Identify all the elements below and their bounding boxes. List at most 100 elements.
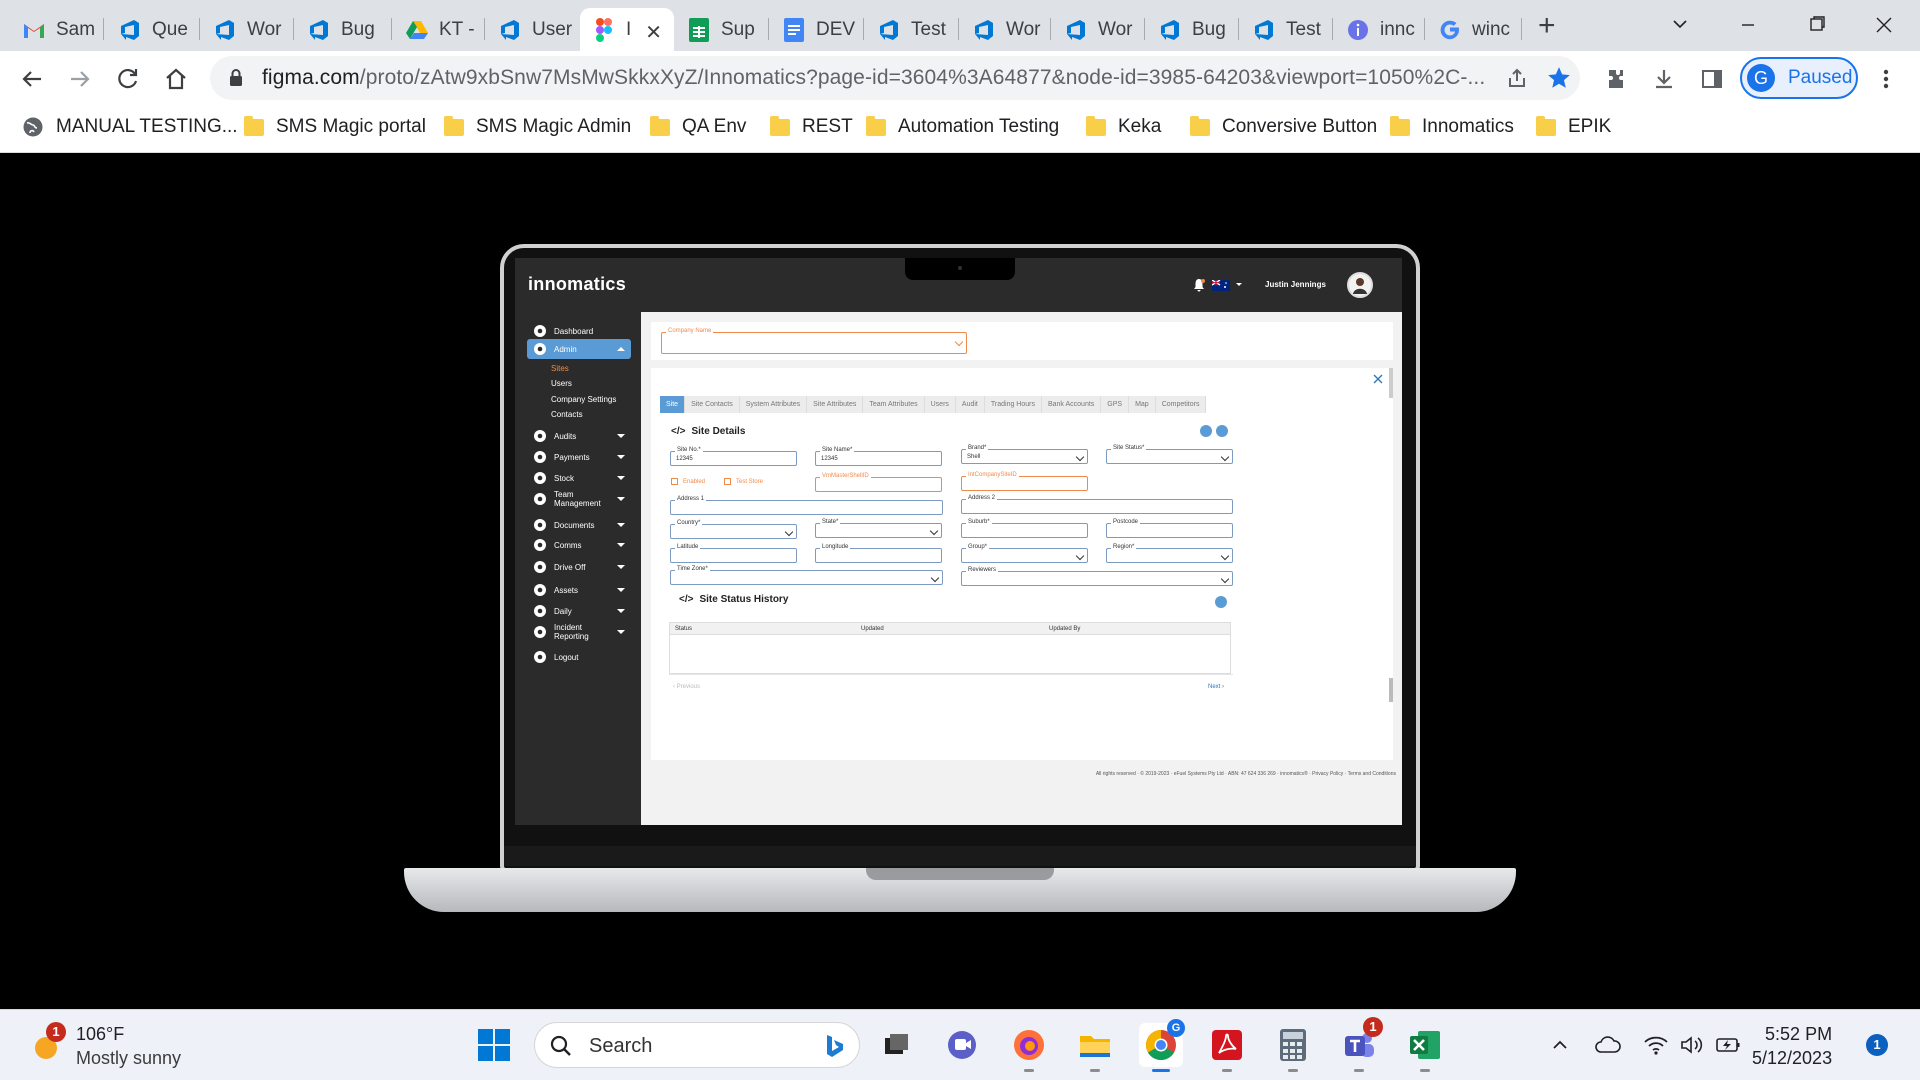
site-tab[interactable]: Site Attributes <box>807 396 864 413</box>
bookmark-item[interactable]: Automation Testing <box>866 115 1059 138</box>
lock-icon[interactable] <box>228 68 244 88</box>
tab-search-icon[interactable] <box>1660 10 1700 40</box>
bookmark-star-icon[interactable] <box>1546 65 1572 91</box>
chrome-menu-icon[interactable] <box>1870 63 1902 95</box>
vm-master-shell-id-field[interactable]: VmMasterShellID <box>815 473 942 492</box>
site-name-field[interactable]: Site Name* 12345 <box>815 447 942 466</box>
state-select[interactable]: State* <box>815 519 942 538</box>
address1-field[interactable]: Address 1 <box>670 496 943 515</box>
home-button[interactable] <box>160 63 192 95</box>
time-zone-select[interactable]: Time Zone* <box>670 566 943 585</box>
excel-icon[interactable] <box>1403 1023 1447 1072</box>
battery-icon[interactable] <box>1706 1023 1750 1067</box>
firefox-icon[interactable] <box>1007 1023 1051 1072</box>
language-caret-icon[interactable] <box>1236 283 1242 286</box>
notification-badge[interactable]: 1 <box>1866 1034 1888 1056</box>
user-name[interactable]: Justin Jennings <box>1265 280 1326 289</box>
bookmark-item[interactable]: Keka <box>1086 115 1161 138</box>
sidebar-item[interactable]: Payments <box>527 447 631 467</box>
site-tab[interactable]: Map <box>1129 396 1156 413</box>
brand-select[interactable]: Brand* Shell <box>961 445 1088 464</box>
browser-tab[interactable]: User <box>486 8 579 51</box>
bookmark-item[interactable]: MANUAL TESTING... <box>22 116 238 138</box>
site-tab[interactable]: Site <box>660 396 686 413</box>
latitude-field[interactable]: Latitude <box>670 544 797 563</box>
browser-tab[interactable]: Wor <box>960 8 1051 51</box>
acrobat-icon[interactable] <box>1205 1023 1249 1072</box>
bookmark-item[interactable]: EPIK <box>1536 115 1611 138</box>
bookmark-item[interactable]: QA Env <box>650 115 746 138</box>
site-tab[interactable]: GPS <box>1101 396 1130 413</box>
calculator-icon[interactable] <box>1271 1023 1315 1072</box>
address-bar[interactable]: figma.com/proto/zAtw9xbSnw7MsMwSkkxXyZ/I… <box>210 56 1580 100</box>
show-hidden-icons-chevron[interactable] <box>1538 1023 1582 1067</box>
sidebar-item[interactable]: Documents <box>527 515 631 535</box>
admin-subitem[interactable]: Sites <box>551 364 569 373</box>
browser-tab[interactable]: Sam <box>10 8 104 51</box>
user-avatar[interactable] <box>1347 272 1373 298</box>
flag-icon[interactable] <box>1212 280 1230 291</box>
browser-tab[interactable]: KT - <box>393 8 485 51</box>
admin-subitem[interactable]: Users <box>551 379 572 388</box>
sidebar-item[interactable]: Audits <box>527 426 631 446</box>
side-panel-icon[interactable] <box>1696 63 1728 95</box>
company-name-select[interactable]: Company Name <box>661 328 967 354</box>
browser-tab[interactable]: Wor <box>1052 8 1145 51</box>
region-select[interactable]: Region* <box>1106 544 1233 563</box>
back-button[interactable] <box>16 63 48 95</box>
browser-tab[interactable]: Bug <box>1146 8 1239 51</box>
enabled-checkbox[interactable]: Enabled <box>671 478 705 485</box>
site-tab[interactable]: Site Contacts <box>685 396 740 413</box>
admin-subitem[interactable]: Contacts <box>551 410 583 419</box>
bell-icon[interactable] <box>1192 278 1206 292</box>
browser-tab[interactable]: Wor <box>201 8 294 51</box>
suburb-field[interactable]: Suburb* <box>961 519 1088 538</box>
reload-button[interactable] <box>112 63 144 95</box>
site-status-select[interactable]: Site Status* <box>1106 445 1233 464</box>
download-icon[interactable] <box>1648 63 1680 95</box>
site-tab[interactable]: Bank Accounts <box>1041 396 1102 413</box>
browser-tab[interactable]: Sup <box>675 8 769 51</box>
clock[interactable]: 5:52 PM 5/12/2023 <box>1752 1022 1832 1070</box>
test-store-checkbox[interactable]: Test Store <box>724 478 763 485</box>
task-view-icon[interactable] <box>874 1023 918 1067</box>
document-icon[interactable] <box>1200 425 1212 437</box>
browser-tab[interactable]: winc <box>1426 8 1522 51</box>
start-button[interactable] <box>472 1023 516 1067</box>
next-button[interactable]: Next › <box>1208 684 1224 690</box>
browser-tab[interactable]: Test <box>865 8 959 51</box>
site-tab[interactable]: Trading Hours <box>984 396 1042 413</box>
close-icon[interactable] <box>1373 374 1383 384</box>
taskbar-search[interactable]: Search <box>534 1022 860 1068</box>
file-explorer-icon[interactable] <box>1073 1023 1117 1072</box>
sidebar-item[interactable]: Logout <box>527 647 631 667</box>
site-tab[interactable]: Users <box>924 396 956 413</box>
forward-button[interactable] <box>64 63 96 95</box>
sidebar-item[interactable]: Comms <box>527 535 631 555</box>
longitude-field[interactable]: Longitude <box>815 544 942 563</box>
browser-tab[interactable]: I ✕ <box>580 8 674 51</box>
sidebar-item[interactable]: Dashboard <box>527 321 631 341</box>
teams-chat-icon[interactable] <box>940 1023 984 1067</box>
site-tab[interactable]: System Attributes <box>739 396 808 413</box>
admin-subitem[interactable]: Company Settings <box>551 395 616 404</box>
sidebar-item[interactable]: Assets <box>527 580 631 600</box>
bookmark-item[interactable]: SMS Magic portal <box>244 115 426 138</box>
address2-field[interactable]: Address 2 <box>961 495 1233 514</box>
previous-button[interactable]: ‹ Previous <box>673 684 700 690</box>
teams-icon[interactable]: 1 <box>1337 1017 1383 1072</box>
browser-tab[interactable]: innc <box>1334 8 1425 51</box>
scrollbar-thumb-bottom[interactable] <box>1389 678 1393 702</box>
browser-tab[interactable]: Test <box>1240 8 1333 51</box>
close-tab-icon[interactable]: ✕ <box>645 20 662 45</box>
edit-pencil-icon[interactable] <box>1215 596 1227 608</box>
sidebar-item[interactable]: Drive Off <box>527 557 631 577</box>
site-tab[interactable]: Team Attributes <box>863 396 925 413</box>
bookmark-item[interactable]: SMS Magic Admin <box>444 115 631 138</box>
chrome-icon[interactable]: G <box>1139 1019 1185 1072</box>
postcode-field[interactable]: Postcode <box>1106 519 1233 538</box>
site-tab[interactable]: Competitors <box>1155 396 1207 413</box>
sidebar-item[interactable]: Stock <box>527 468 631 488</box>
sidebar-item[interactable]: Daily <box>527 601 631 621</box>
browser-tab[interactable]: DEV <box>770 8 864 51</box>
